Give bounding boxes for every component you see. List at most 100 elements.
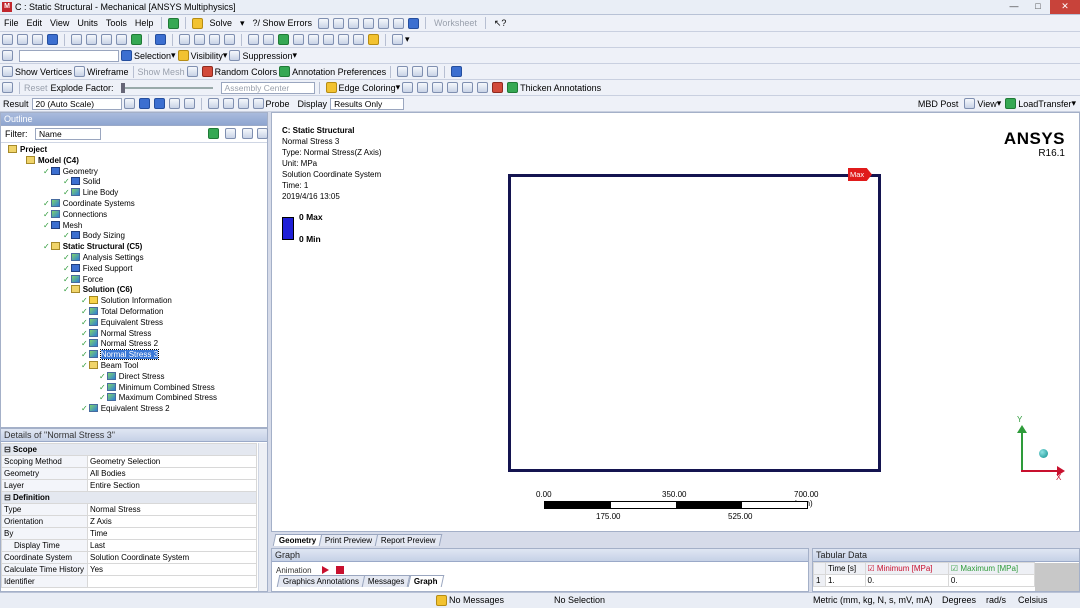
tree-item[interactable]: ✓ Solution Information — [81, 296, 172, 307]
menu-edit[interactable]: Edit — [27, 18, 43, 28]
details-value[interactable]: Yes — [87, 563, 257, 576]
details-group-header[interactable]: ⊟ Scope — [1, 443, 257, 456]
tree-item[interactable]: ✓ Geometry — [43, 166, 98, 178]
tool-icon[interactable] — [363, 17, 375, 29]
tree-item[interactable]: ✓ Minimum Combined Stress — [99, 382, 215, 394]
tree-item[interactable]: ✓ Direct Stress — [99, 371, 165, 383]
check-icon[interactable] — [168, 17, 180, 29]
edge-icon[interactable] — [477, 82, 489, 93]
random-colors-button[interactable]: Random Colors — [215, 67, 278, 77]
scale-combo[interactable]: 20 (Auto Scale) — [31, 97, 122, 110]
tree-icon[interactable] — [242, 128, 253, 139]
edge-icon[interactable] — [402, 82, 414, 93]
filter-combo[interactable]: Name — [35, 128, 101, 140]
edge-icon[interactable] — [492, 82, 504, 93]
tool-icon[interactable] — [138, 98, 150, 109]
edge-icon[interactable] — [447, 82, 459, 93]
tab-graphics-annotations[interactable]: Graphics Annotations — [276, 575, 366, 587]
mbd-post-button[interactable]: MBD Post — [918, 99, 959, 109]
tree-item[interactable]: ✓ Normal Stress — [81, 328, 151, 340]
tool-icon[interactable] — [293, 34, 304, 45]
load-transfer-button[interactable]: LoadTransfer — [1018, 99, 1071, 109]
tree-item[interactable]: ✓ Solution (C6) — [63, 285, 132, 296]
probe-button[interactable]: Probe — [266, 99, 290, 109]
zoom-icon[interactable] — [209, 34, 220, 45]
tool-icon[interactable] — [222, 98, 234, 109]
tree-item[interactable]: Model (C4) — [25, 155, 79, 167]
show-mesh-button[interactable]: Show Mesh — [138, 67, 185, 77]
wireframe-button[interactable]: Wireframe — [87, 67, 129, 77]
view-button[interactable]: View — [977, 99, 996, 109]
tool-icon[interactable] — [101, 34, 112, 45]
tree-item[interactable]: ✓ Normal Stress 2 — [81, 339, 158, 350]
menu-view[interactable]: View — [50, 18, 69, 28]
tool-icon[interactable] — [123, 98, 135, 109]
tab-report-preview[interactable]: Report Preview — [375, 534, 443, 546]
menu-file[interactable]: File — [4, 18, 19, 28]
worksheet-button[interactable]: Worksheet — [434, 18, 477, 28]
tool-icon[interactable] — [237, 98, 249, 109]
details-value[interactable]: All Bodies — [87, 467, 257, 480]
solve-icon[interactable] — [192, 17, 204, 29]
triad[interactable]: Y X — [1009, 415, 1065, 485]
tool-icon[interactable] — [186, 66, 198, 77]
status-rate[interactable]: rad/s — [986, 595, 1006, 605]
suppression-button[interactable]: Suppression — [242, 51, 292, 61]
tab-messages[interactable]: Messages — [361, 575, 411, 587]
tool-icon[interactable] — [116, 34, 127, 45]
tree-item[interactable]: ✓ Force — [63, 274, 103, 286]
tool-icon[interactable] — [263, 34, 274, 45]
tool-icon[interactable] — [318, 17, 330, 29]
tool-icon[interactable] — [323, 34, 334, 45]
minimize-button[interactable]: — — [1002, 0, 1026, 14]
collapse-icon[interactable] — [225, 128, 236, 139]
tree-item[interactable]: ✓ Maximum Combined Stress — [99, 393, 217, 404]
edge-icon[interactable] — [432, 82, 444, 93]
tree-item[interactable]: ✓ Normal Stress 3 — [81, 349, 160, 361]
selection-button[interactable]: Selection — [134, 51, 171, 61]
details-value[interactable]: Geometry Selection — [87, 455, 257, 468]
details-value[interactable]: Entire Section — [87, 479, 257, 492]
tree-item[interactable]: ✓ Connections — [43, 209, 107, 221]
tool-icon[interactable] — [155, 34, 166, 45]
tool-icon[interactable] — [207, 98, 219, 109]
tool-icon[interactable] — [333, 17, 345, 29]
tree-item[interactable]: ✓ Coordinate Systems — [43, 199, 135, 210]
tool-icon[interactable] — [17, 34, 28, 45]
tool-icon[interactable] — [2, 34, 13, 45]
reset-button[interactable]: Reset — [24, 83, 48, 93]
details-value[interactable] — [87, 575, 257, 588]
tool-icon[interactable] — [2, 82, 13, 93]
tree-item[interactable]: ✓ Equivalent Stress — [81, 317, 163, 329]
annotation-prefs-button[interactable]: Annotation Preferences — [292, 67, 386, 77]
tool-icon[interactable] — [278, 34, 289, 45]
details-value[interactable]: Solution Coordinate System — [87, 551, 257, 564]
tree-item[interactable]: ✓ Total Deformation — [81, 307, 163, 318]
whats-this-icon[interactable]: ↖? — [494, 18, 507, 29]
expand-icon[interactable] — [208, 128, 219, 139]
tool-icon[interactable] — [168, 98, 180, 109]
tree-item[interactable]: Project — [7, 145, 47, 156]
tool-icon[interactable] — [348, 17, 360, 29]
tree-item[interactable]: ✓ Mesh — [43, 220, 82, 232]
assembly-center-combo[interactable]: Assembly Center — [220, 81, 315, 94]
graphics-viewport[interactable]: C: Static Structural Normal Stress 3 Typ… — [271, 112, 1080, 532]
tool-icon[interactable] — [338, 34, 349, 45]
close-button[interactable]: ✕ — [1050, 0, 1080, 14]
edge-coloring-button[interactable]: Edge Coloring — [339, 83, 396, 93]
tab-print-preview[interactable]: Print Preview — [319, 534, 379, 546]
tree-item[interactable]: ✓ Equivalent Stress 2 — [81, 404, 170, 415]
tool-icon[interactable] — [412, 66, 424, 77]
status-angle[interactable]: Degrees — [942, 595, 976, 605]
edge-icon[interactable] — [462, 82, 474, 93]
tree-item[interactable]: ✓ Line Body — [63, 188, 118, 199]
tool-icon[interactable] — [183, 98, 195, 109]
tool-icon[interactable] — [47, 34, 58, 45]
col-time[interactable]: Time [s] — [825, 562, 866, 575]
tree-item[interactable]: ✓ Static Structural (C5) — [43, 242, 142, 253]
tree-item[interactable]: ✓ Solid — [63, 177, 101, 188]
edge-icon[interactable] — [417, 82, 429, 93]
tool-icon[interactable] — [408, 17, 420, 29]
details-value[interactable]: Last — [87, 539, 257, 552]
details-group-header[interactable]: ⊟ Definition — [1, 491, 257, 504]
